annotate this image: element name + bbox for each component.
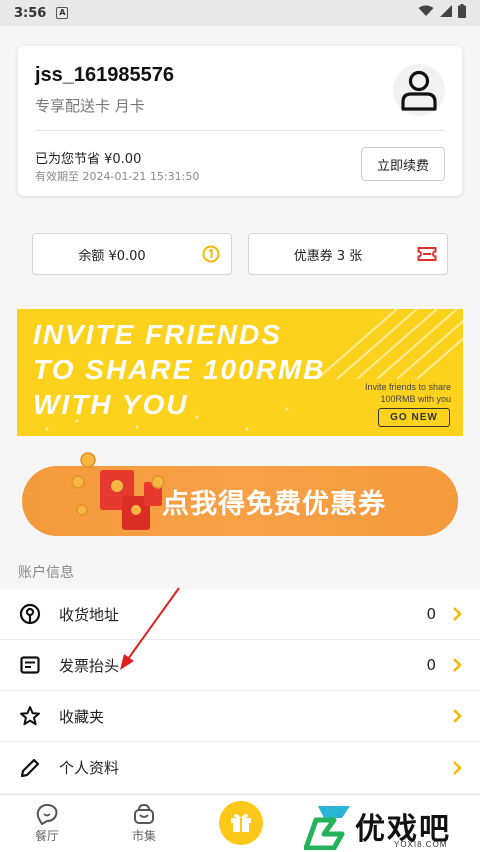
watermark-icon (304, 806, 350, 850)
tab-market[interactable]: 市集 (114, 801, 174, 844)
invite-headline: INVITE FRIENDS TO SHARE 100RMB WITH YOU (33, 317, 333, 422)
renew-button[interactable]: 立即续费 (361, 147, 445, 181)
pencil-icon (17, 755, 43, 781)
menu-item-label: 发票抬头 (59, 656, 120, 675)
watermark-url: YOXI8.COM (394, 840, 448, 849)
membership-card: jss_161985576 专享配送卡 月卡 已为您节省 ¥0.00 有效期至 … (18, 46, 462, 196)
coupon-label: 优惠券 3 张 (293, 248, 363, 264)
battery-icon (458, 4, 466, 22)
menu-item-label: 个人资料 (59, 759, 120, 777)
menu-item-label: 收货地址 (59, 605, 120, 624)
invite-line-3: WITH YOU (33, 389, 189, 420)
tab-restaurant[interactable]: 餐厅 (17, 801, 77, 844)
saved-amount: 已为您节省 ¥0.00 (35, 152, 142, 167)
balance-label: 余额 ¥0.00 (78, 248, 146, 264)
go-new-button[interactable]: GO NEW (378, 408, 450, 427)
menu-item-count: 0 (426, 656, 436, 674)
menu-item-invoice[interactable]: 发票抬头 0 (0, 640, 480, 691)
chevron-right-icon (450, 604, 464, 624)
watermark-logo: 优戏吧 YOXI8.COM (300, 800, 480, 852)
expire-date: 有效期至 2024-01-21 15:31:50 (35, 170, 200, 183)
menu-item-profile[interactable]: 个人资料 (0, 742, 480, 793)
invite-sub-2: 100RMB with you (380, 394, 451, 404)
chevron-right-icon (450, 706, 464, 726)
ticket-icon (407, 246, 447, 262)
card-divider (35, 130, 445, 131)
free-coupon-text: 点我得免费优惠券 (162, 488, 386, 520)
menu-item-label: 收藏夹 (59, 707, 105, 726)
location-pin-icon (17, 601, 43, 627)
invite-line-2: TO SHARE 100RMB (33, 354, 326, 385)
star-icon (17, 703, 43, 729)
invoice-icon (17, 652, 43, 678)
menu-item-favorites[interactable]: 收藏夹 (0, 691, 480, 742)
tab-label: 餐厅 (34, 829, 59, 843)
gift-icon (229, 811, 253, 836)
tab-gift[interactable] (219, 801, 263, 845)
invite-sub-1: Invite friends to share (364, 382, 451, 392)
chevron-right-icon (450, 758, 464, 778)
a-notification-icon: A (56, 7, 69, 19)
user-avatar-icon[interactable] (393, 64, 445, 116)
invite-subtext: Invite friends to share 100RMB with you (365, 381, 451, 405)
invite-friends-banner[interactable]: INVITE FRIENDS TO SHARE 100RMB WITH YOU … (17, 309, 463, 436)
balance-button[interactable]: 余额 ¥0.00 (32, 233, 232, 275)
free-coupon-banner[interactable]: 点我得免费优惠券 (22, 452, 458, 536)
red-envelope-icon (71, 452, 165, 530)
account-section-title: 账户信息 (18, 565, 74, 581)
account-menu: 收货地址 0 发票抬头 0 收藏夹 个人资料 (0, 589, 480, 793)
status-time: 3:56 (14, 5, 47, 21)
chevron-right-icon (450, 655, 464, 675)
menu-item-address[interactable]: 收货地址 0 (0, 589, 480, 640)
status-icons (418, 4, 466, 22)
menu-item-count: 0 (426, 605, 436, 623)
status-bar: 3:56 A (0, 0, 480, 26)
restaurant-icon (17, 801, 77, 827)
tab-label: 市集 (131, 829, 156, 843)
signal-icon (440, 5, 452, 21)
market-basket-icon (114, 801, 174, 827)
membership-type: 专享配送卡 月卡 (35, 97, 145, 115)
wifi-icon (418, 5, 434, 21)
coin-icon (191, 245, 231, 263)
coupon-button[interactable]: 优惠券 3 张 (248, 233, 448, 275)
invite-line-1: INVITE FRIENDS (33, 319, 282, 350)
username: jss_161985576 (35, 64, 175, 86)
